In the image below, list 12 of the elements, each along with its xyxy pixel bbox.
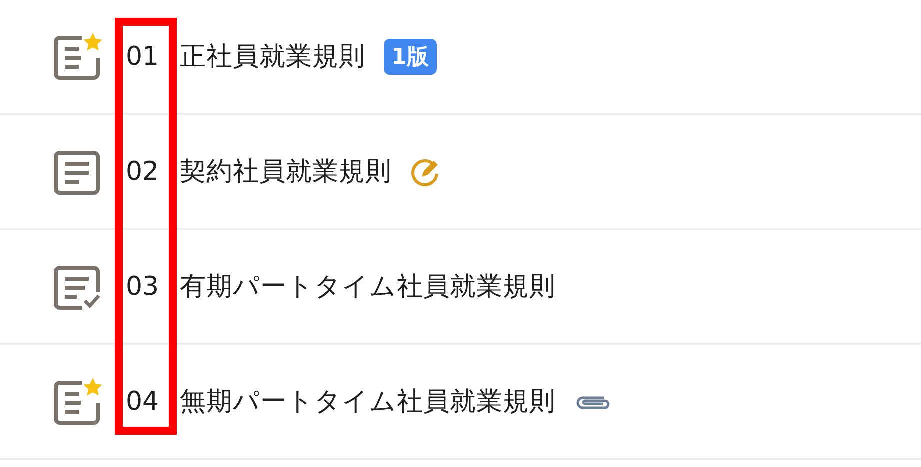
starred-document-icon <box>52 32 102 82</box>
document-number: 02 <box>126 156 160 186</box>
document-title[interactable]: 有期パートタイム社員就業規則 <box>180 269 556 304</box>
document-title[interactable]: 正社員就業規則 <box>180 39 366 74</box>
version-badge: 1版 <box>384 38 437 74</box>
document-title[interactable]: 契約社員就業規則 <box>180 154 392 189</box>
edit-icon <box>410 156 440 186</box>
document-number: 01 <box>126 42 160 72</box>
starred-document-icon <box>52 376 102 426</box>
document-number: 04 <box>126 386 160 416</box>
document-number: 03 <box>126 272 160 302</box>
document-title[interactable]: 無期パートタイム社員就業規則 <box>180 384 556 419</box>
